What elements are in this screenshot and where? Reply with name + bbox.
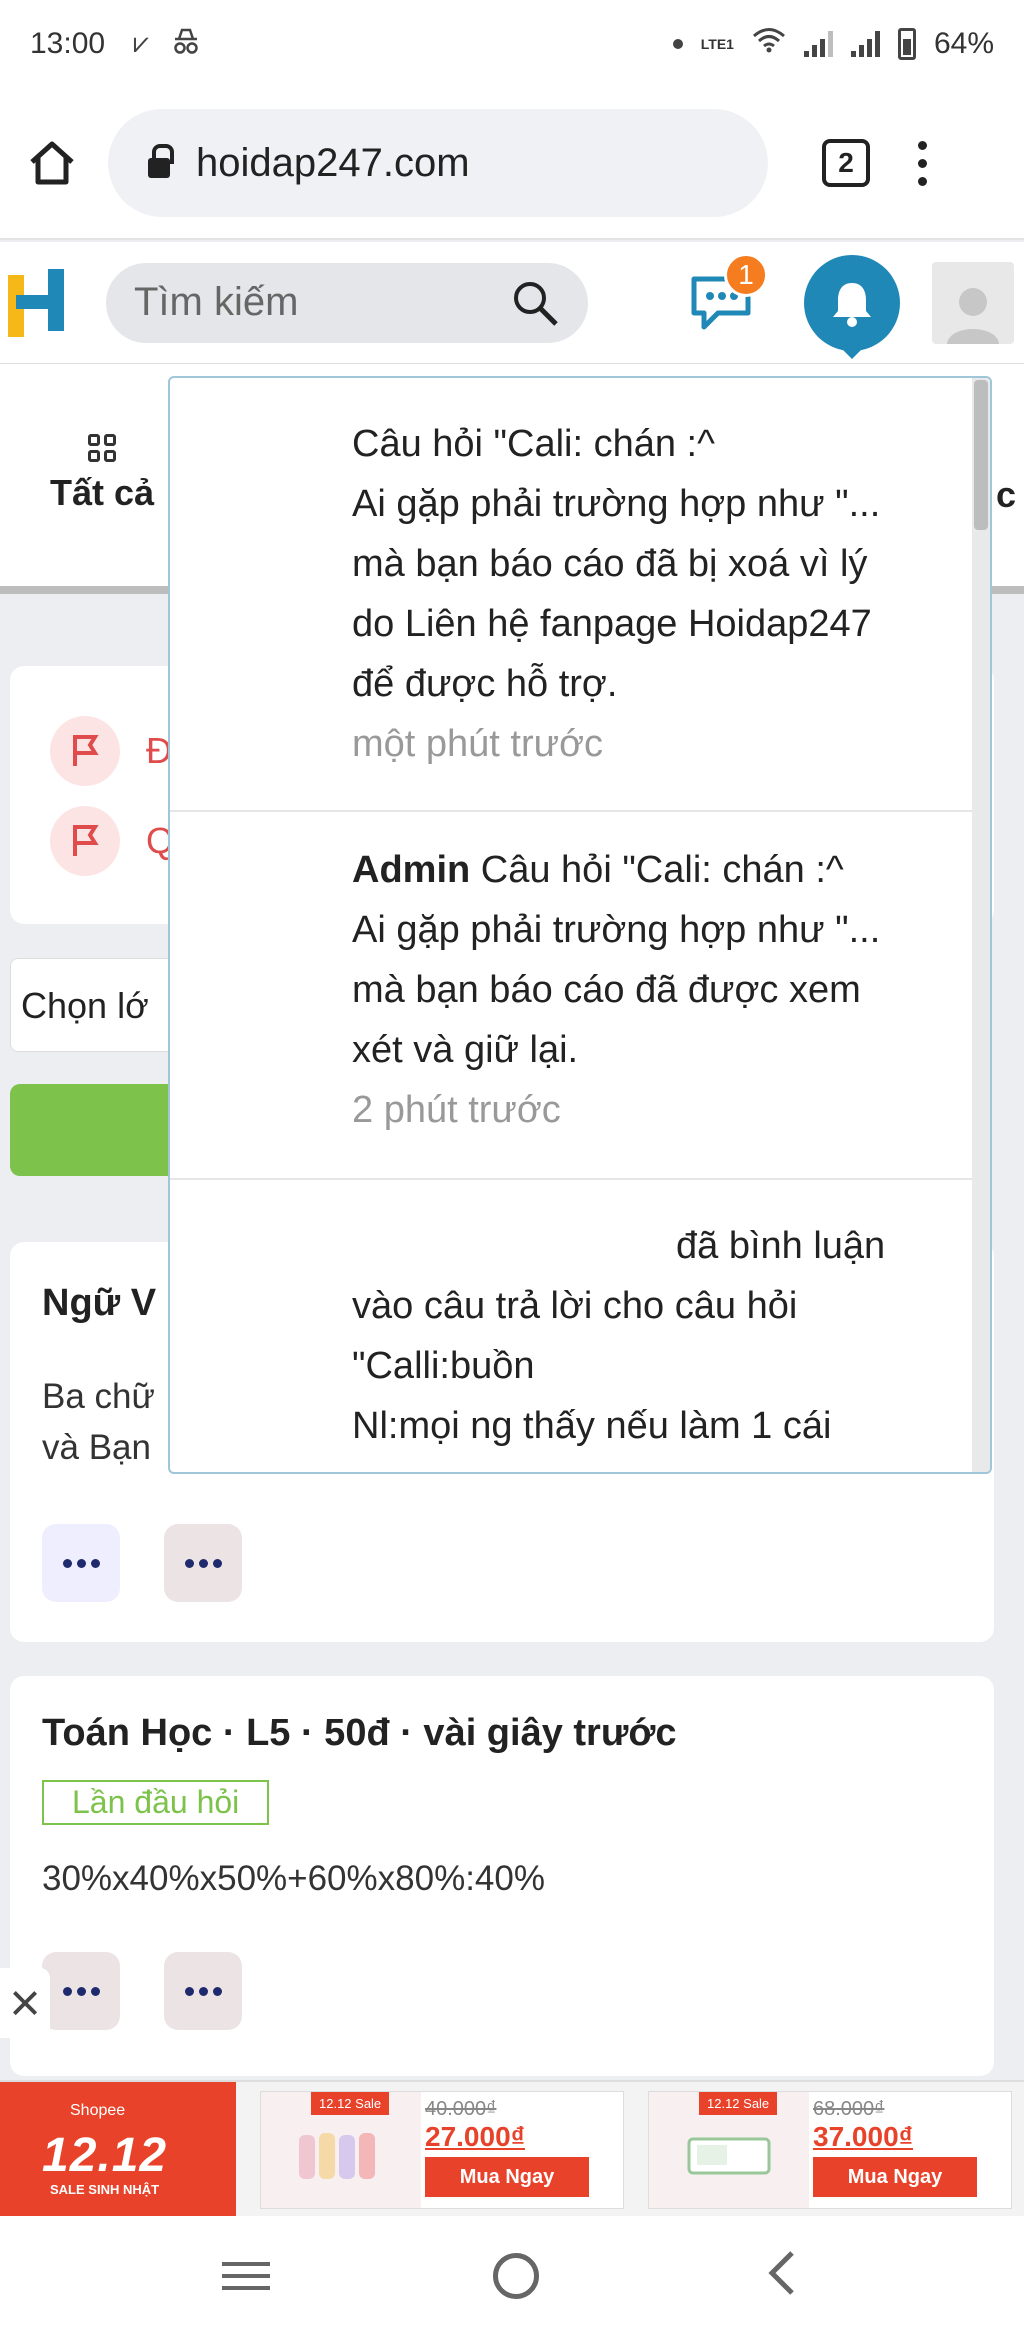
incognito-icon xyxy=(171,27,201,62)
scrollbar-thumb[interactable] xyxy=(974,380,988,530)
notification-item[interactable]: Admin Câu hỏi "Cali: chán :^ Ai gặp phải… xyxy=(170,812,976,1180)
new-price: 37.000₫ xyxy=(813,2121,914,2152)
notification-dot-icon xyxy=(672,39,683,49)
message-count-badge: 1 xyxy=(724,252,768,297)
battery-percent: 64% xyxy=(933,27,994,60)
notifications-button[interactable] xyxy=(804,254,900,351)
flag-icon xyxy=(50,716,120,786)
flag-icon xyxy=(50,806,120,876)
back-button[interactable] xyxy=(762,2248,802,2303)
category-all-label: Tất cả xyxy=(50,472,155,513)
back-icon xyxy=(768,2251,795,2295)
question-title: Toán Học · L5 · 50đ · vài giây trước xyxy=(42,1712,677,1754)
signal-2-icon xyxy=(850,31,880,57)
buy-now-button[interactable]: Mua Ngay xyxy=(813,2157,977,2197)
attachment-thumbnail[interactable] xyxy=(164,1524,243,1602)
shopee-ad-banner[interactable]: Shopee 12.12 SALE SINH NHẬT 12.12 Sale 4… xyxy=(0,2080,1024,2218)
browser-toolbar: hoidap247.com 2 xyxy=(0,88,1024,240)
close-icon: × xyxy=(9,1973,41,2033)
buy-now-button[interactable]: Mua Ngay xyxy=(425,2157,589,2197)
lock-icon xyxy=(148,144,174,178)
product-image: 12.12 Sale xyxy=(261,2092,421,2208)
status-time: 13:00 xyxy=(30,27,106,60)
old-price: 40.000₫ xyxy=(425,2098,497,2120)
flag-item-2[interactable]: Q xyxy=(50,806,174,876)
volte-icon: LTE1 xyxy=(700,36,734,52)
shopee-headline: 12.12 xyxy=(42,2129,168,2182)
notifications-scrollbar[interactable] xyxy=(972,378,990,1472)
notification-time: một phút trước xyxy=(352,723,603,765)
status-bar: 13:00 ⩗ LTE1 64% xyxy=(0,0,1024,88)
tab-switcher-button[interactable]: 2 xyxy=(822,139,870,187)
search-placeholder: Tìm kiếm xyxy=(134,280,299,324)
shopee-brand: Shopee xyxy=(70,2102,126,2119)
home-icon xyxy=(30,141,74,185)
ad-product-2[interactable]: 12.12 Sale 68.000₫ 37.000₫ Mua Ngay xyxy=(648,2091,1012,2209)
battery-icon xyxy=(897,28,916,60)
question-title: Ngữ V xyxy=(42,1282,157,1324)
notification-time: 2 phút trước xyxy=(352,1089,561,1131)
question-body: Ba chữ và Bạn xyxy=(42,1377,155,1467)
shopee-subtitle: SALE SINH NHẬT xyxy=(50,2182,160,2197)
attachment-thumbnail[interactable] xyxy=(42,1952,120,2030)
question-card[interactable]: Toán Học · L5 · 50đ · vài giây trước Lần… xyxy=(10,1676,994,2076)
category-tab-partial[interactable]: c xyxy=(996,474,1016,516)
search-input[interactable]: Tìm kiếm xyxy=(106,262,588,343)
ad-product-1[interactable]: 12.12 Sale 40.000₫ 27.000₫ Mua Ngay xyxy=(260,2091,624,2209)
category-all-tab[interactable]: Tất cả xyxy=(50,434,154,514)
hoidap247-logo[interactable] xyxy=(8,265,68,341)
recent-apps-button[interactable] xyxy=(221,2261,270,2290)
home-nav-button[interactable] xyxy=(492,2252,539,2299)
notification-actor: Admin xyxy=(352,849,471,891)
close-ad-button[interactable]: × xyxy=(0,1968,50,2038)
notifications-dropdown[interactable]: Câu hỏi "Cali: chán :^ Ai gặp phải trườn… xyxy=(168,376,992,1474)
download-done-icon: ⩗ xyxy=(133,26,149,58)
attachment-thumbnail[interactable] xyxy=(42,1524,120,1602)
attachment-thumbnail[interactable] xyxy=(164,1952,243,2030)
home-button[interactable] xyxy=(22,133,82,193)
system-nav-bar xyxy=(0,2216,1024,2335)
url-text: hoidap247.com xyxy=(196,140,470,185)
old-price: 68.000₫ xyxy=(813,2098,885,2120)
user-icon xyxy=(947,287,999,344)
shopee-promo[interactable]: Shopee 12.12 SALE SINH NHẬT xyxy=(0,2082,236,2218)
address-bar[interactable]: hoidap247.com xyxy=(108,109,768,217)
product-image: 12.12 Sale xyxy=(649,2092,809,2208)
browser-menu-button[interactable] xyxy=(918,140,927,186)
grid-icon xyxy=(88,434,117,462)
wifi-icon xyxy=(752,27,786,61)
notification-item[interactable]: đã bình luận vào câu trả lời cho câu hỏi… xyxy=(170,1180,976,1472)
messages-button[interactable]: 1 xyxy=(688,252,768,333)
user-avatar[interactable] xyxy=(932,261,1014,344)
bell-icon xyxy=(833,282,871,327)
search-icon[interactable] xyxy=(510,278,560,328)
first-question-tag: Lần đầu hỏi xyxy=(42,1780,270,1825)
notification-item[interactable]: Câu hỏi "Cali: chán :^ Ai gặp phải trườn… xyxy=(170,378,976,812)
site-header: Tìm kiếm 1 xyxy=(0,242,1024,364)
flag-item-1[interactable]: Đ xyxy=(50,716,172,786)
new-price: 27.000₫ xyxy=(425,2121,526,2152)
question-body: 30%x40%x50%+60%x80%:40% xyxy=(42,1859,545,1898)
signal-1-icon xyxy=(803,31,833,57)
